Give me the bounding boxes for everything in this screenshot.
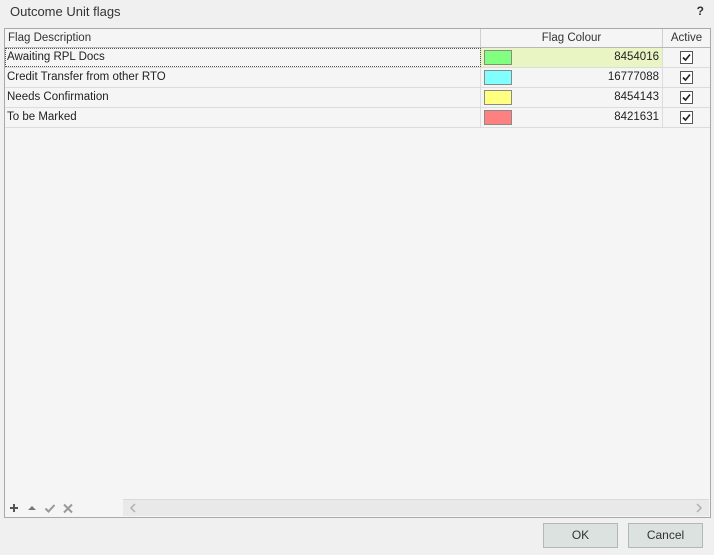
active-checkbox[interactable] (680, 111, 693, 124)
flag-colour-cell[interactable]: 8421631 (481, 108, 663, 127)
column-header-flag-colour[interactable]: Flag Colour (481, 29, 663, 47)
active-cell (663, 68, 710, 87)
check-icon[interactable] (43, 500, 57, 516)
active-checkbox[interactable] (680, 91, 693, 104)
title-bar: Outcome Unit flags ? (0, 0, 714, 26)
flag-description-cell[interactable]: Awaiting RPL Docs (5, 48, 481, 67)
flags-grid: Flag Description Flag Colour Active Awai… (4, 28, 711, 518)
active-cell (663, 88, 710, 107)
up-arrow-icon[interactable] (25, 500, 39, 516)
colour-value: 8454143 (614, 91, 659, 103)
help-button[interactable]: ? (697, 4, 704, 18)
colour-swatch[interactable] (484, 70, 512, 85)
colour-swatch[interactable] (484, 50, 512, 65)
column-header-flag-description[interactable]: Flag Description (5, 29, 481, 47)
table-row[interactable]: Awaiting RPL Docs 8454016 (5, 48, 710, 68)
colour-value: 8454016 (614, 51, 659, 63)
flag-colour-cell[interactable]: 16777088 (481, 68, 663, 87)
active-cell (663, 108, 710, 127)
dialog-title: Outcome Unit flags (10, 4, 121, 19)
grid-rows: Awaiting RPL Docs 8454016 Credit Transfe… (5, 48, 710, 128)
cross-icon[interactable] (61, 500, 75, 516)
ok-button[interactable]: OK (543, 523, 618, 548)
cancel-button[interactable]: Cancel (628, 523, 703, 548)
navigator-toolbar (7, 500, 123, 516)
colour-value: 16777088 (607, 71, 659, 83)
outcome-unit-flags-dialog: Outcome Unit flags ? Flag Description Fl… (0, 0, 714, 555)
active-checkbox[interactable] (680, 51, 693, 64)
flag-colour-cell[interactable]: 8454143 (481, 88, 663, 107)
active-cell (663, 48, 710, 67)
colour-swatch[interactable] (484, 90, 512, 105)
table-row[interactable]: To be Marked 8421631 (5, 108, 710, 128)
grid-header: Flag Description Flag Colour Active (5, 29, 710, 48)
colour-swatch[interactable] (484, 110, 512, 125)
flag-description-cell[interactable]: Needs Confirmation (5, 88, 481, 107)
column-header-active[interactable]: Active (663, 29, 710, 47)
flag-colour-cell[interactable]: 8454016 (481, 48, 663, 67)
grid-footer (5, 498, 710, 517)
table-row[interactable]: Needs Confirmation 8454143 (5, 88, 710, 108)
flag-description-cell[interactable]: Credit Transfer from other RTO (5, 68, 481, 87)
scroll-left-icon[interactable] (125, 500, 141, 516)
table-row[interactable]: Credit Transfer from other RTO 16777088 (5, 68, 710, 88)
flag-description-cell[interactable]: To be Marked (5, 108, 481, 127)
colour-value: 8421631 (614, 111, 659, 123)
horizontal-scrollbar[interactable] (123, 499, 709, 516)
active-checkbox[interactable] (680, 71, 693, 84)
scroll-right-icon[interactable] (691, 500, 707, 516)
plus-icon[interactable] (7, 500, 21, 516)
